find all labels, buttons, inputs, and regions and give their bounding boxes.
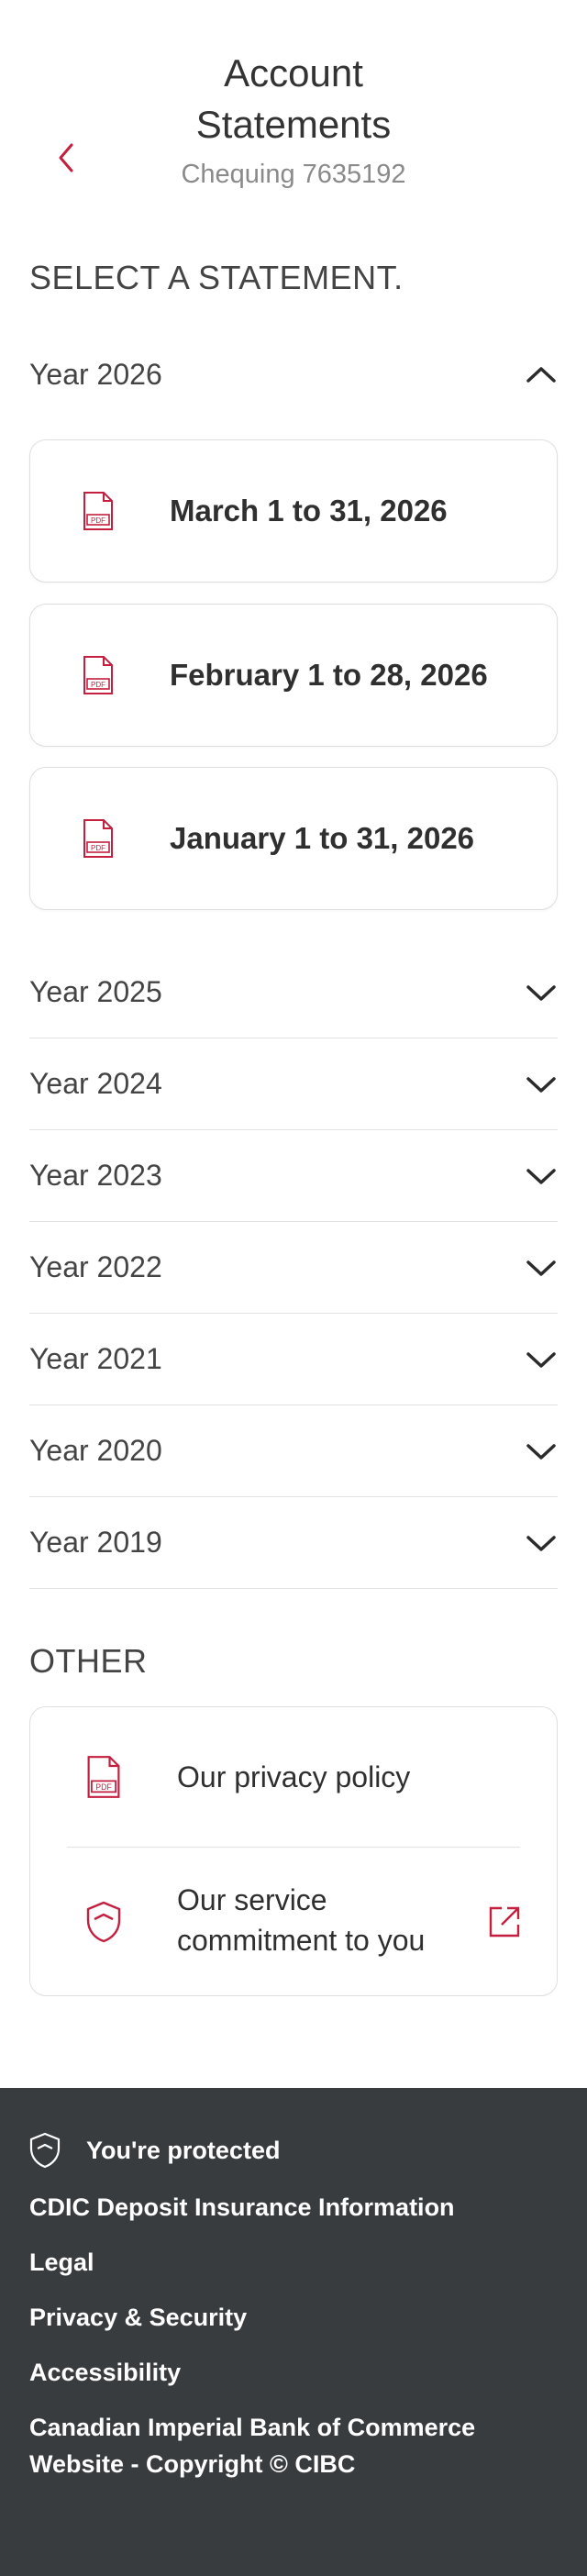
- pdf-icon: PDF: [83, 819, 113, 858]
- pdf-icon: PDF: [83, 492, 113, 530]
- shield-icon: [29, 2132, 61, 2169]
- year-accordion-header[interactable]: Year 2021: [29, 1314, 558, 1405]
- year-2026-accordion-header[interactable]: Year 2026: [29, 345, 558, 404]
- year-label: Year 2026: [29, 357, 162, 391]
- page-footer: You're protected CDIC Deposit Insurance …: [0, 2088, 587, 2576]
- chevron-down-icon: [526, 1443, 556, 1460]
- year-label: Year 2024: [29, 1067, 162, 1100]
- privacy-policy-label: Our privacy policy: [177, 1760, 411, 1793]
- shield-icon: [86, 1901, 121, 1943]
- privacy-security-link[interactable]: Privacy & Security: [29, 2299, 247, 2336]
- statement-label: February 1 to 28, 2026: [170, 658, 488, 692]
- external-link-icon: [489, 1906, 520, 1938]
- page-title-line1: Account: [224, 51, 363, 94]
- account-subtitle: Chequing 7635192: [181, 160, 406, 189]
- svg-text:PDF: PDF: [91, 516, 105, 525]
- other-heading: OTHER: [29, 1642, 148, 1680]
- chevron-down-icon: [526, 1535, 556, 1551]
- service-commitment-label: Our service commitment to you: [177, 1883, 426, 1957]
- page-title: Account Statements: [0, 48, 587, 150]
- protected-notice: You're protected: [29, 2132, 280, 2169]
- year-label: Year 2020: [29, 1434, 162, 1467]
- year-accordion-header[interactable]: Year 2019: [29, 1497, 558, 1589]
- year-label: Year 2023: [29, 1159, 162, 1192]
- pdf-icon: PDF: [83, 656, 113, 694]
- statement-card[interactable]: PDF February 1 to 28, 2026: [29, 604, 558, 747]
- pdf-icon: PDF: [87, 1756, 120, 1798]
- year-label: Year 2019: [29, 1526, 162, 1559]
- svg-text:PDF: PDF: [95, 1782, 111, 1792]
- chevron-down-icon: [526, 1260, 556, 1276]
- year-label: Year 2021: [29, 1342, 162, 1375]
- other-links-card: PDF Our privacy policy Our service commi…: [29, 1706, 558, 1996]
- year-accordion-header[interactable]: Year 2020: [29, 1405, 558, 1497]
- svg-text:PDF: PDF: [91, 681, 105, 689]
- privacy-policy-link[interactable]: PDF Our privacy policy: [30, 1707, 559, 1847]
- year-accordion-header[interactable]: Year 2023: [29, 1130, 558, 1222]
- accessibility-link[interactable]: Accessibility: [29, 2354, 181, 2391]
- year-accordion-list: Year 2025 Year 2024 Year 2023 Year 2022 …: [29, 947, 558, 1589]
- chevron-up-icon: [526, 367, 556, 383]
- statement-card[interactable]: PDF March 1 to 31, 2026: [29, 439, 558, 583]
- statement-card[interactable]: PDF January 1 to 31, 2026: [29, 767, 558, 910]
- chevron-down-icon: [526, 984, 556, 1001]
- statement-label: March 1 to 31, 2026: [170, 494, 448, 527]
- year-accordion-header[interactable]: Year 2024: [29, 1038, 558, 1130]
- service-commitment-link[interactable]: Our service commitment to you: [30, 1847, 559, 1997]
- year-accordion-header[interactable]: Year 2025: [29, 947, 558, 1038]
- protected-label: You're protected: [86, 2136, 281, 2164]
- cibc-website-link[interactable]: Canadian Imperial Bank of Commerce Websi…: [29, 2409, 570, 2482]
- page-header: Account Statements Chequing 7635192: [0, 0, 587, 229]
- statement-label: January 1 to 31, 2026: [170, 821, 475, 855]
- page-title-line2: Statements: [195, 103, 392, 146]
- legal-link[interactable]: Legal: [29, 2244, 94, 2281]
- chevron-down-icon: [526, 1076, 556, 1093]
- chevron-down-icon: [526, 1351, 556, 1368]
- cdic-link[interactable]: CDIC Deposit Insurance Information: [29, 2189, 455, 2226]
- year-label: Year 2025: [29, 975, 162, 1008]
- chevron-down-icon: [526, 1168, 556, 1184]
- svg-text:PDF: PDF: [91, 844, 105, 852]
- select-statement-heading: SELECT A STATEMENT.: [29, 259, 404, 296]
- year-accordion-header[interactable]: Year 2022: [29, 1222, 558, 1314]
- year-label: Year 2022: [29, 1250, 162, 1283]
